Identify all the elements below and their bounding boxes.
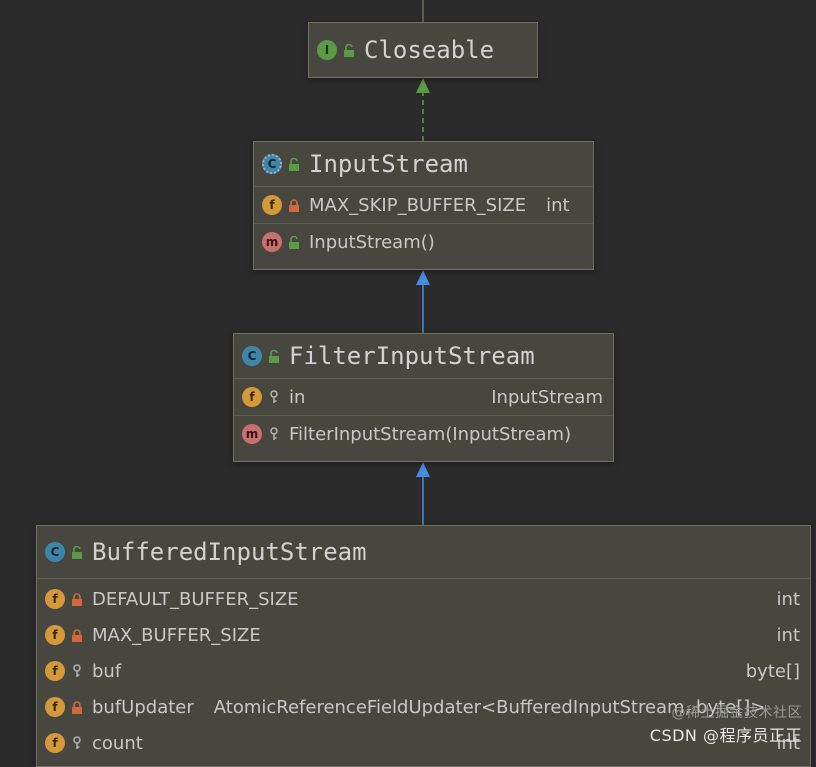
field-name: MAX_SKIP_BUFFER_SIZE (309, 194, 527, 216)
fields-group: f MAX_SKIP_BUFFER_SIZE int (254, 187, 593, 224)
public-lock-icon (267, 349, 281, 363)
method-icon: m (262, 232, 282, 252)
node-title: Closeable (364, 36, 495, 64)
protected-key-icon (70, 664, 84, 678)
field-type: int (546, 194, 570, 216)
field-row[interactable]: f MAX_SKIP_BUFFER_SIZE int (254, 187, 593, 223)
field-name: DEFAULT_BUFFER_SIZE (92, 588, 299, 610)
methods-group: m FilterInputStream(InputStream) (234, 416, 613, 452)
field-name: buf (92, 660, 122, 682)
protected-key-icon (70, 736, 84, 750)
method-row[interactable]: m FilterInputStream(InputStream) (234, 416, 613, 452)
public-lock-icon (287, 235, 301, 249)
field-icon: f (242, 387, 262, 407)
method-name: FilterInputStream(InputStream) (289, 423, 572, 445)
field-row[interactable]: f buf byte[] (37, 653, 810, 689)
arrowhead-implements (416, 78, 430, 93)
field-icon: f (45, 697, 65, 717)
protected-key-icon (267, 427, 281, 441)
interface-icon: I (317, 40, 337, 60)
field-icon: f (262, 195, 282, 215)
node-title: FilterInputStream (289, 342, 535, 370)
node-closeable[interactable]: I Closeable (308, 22, 538, 78)
field-name: in (289, 386, 306, 408)
public-lock-icon (70, 545, 84, 559)
private-lock-icon (287, 198, 301, 212)
arrowhead-extends-filterinputstream (416, 462, 430, 477)
watermark-line-2: CSDN @程序员正正 (649, 726, 802, 745)
public-lock-icon (287, 157, 301, 171)
field-icon: f (45, 733, 65, 753)
field-name: count (92, 732, 143, 754)
method-row[interactable]: m InputStream() (254, 224, 593, 260)
private-lock-icon (70, 700, 84, 714)
watermark-line-1: @稀土掘金技术社区 (671, 705, 802, 721)
field-row[interactable]: f MAX_BUFFER_SIZE int (37, 617, 810, 653)
field-type: int (776, 624, 800, 646)
field-icon: f (45, 589, 65, 609)
arrowhead-extends-inputstream (416, 270, 430, 285)
node-inputstream[interactable]: C InputStream f MAX_SKIP_BUFFER_SIZE int… (253, 141, 594, 270)
node-filterinputstream[interactable]: C FilterInputStream f in InputStream m F… (233, 333, 614, 462)
field-row[interactable]: f DEFAULT_BUFFER_SIZE int (37, 581, 810, 617)
uml-diagram: I Closeable C InputStream f MAX_SKIP_BUF… (0, 0, 816, 767)
field-icon: f (45, 661, 65, 681)
watermark: @稀土掘金技术社区 CSDN @程序员正正 (650, 702, 802, 746)
node-title: BufferedInputStream (92, 538, 367, 566)
field-name: bufUpdater (92, 696, 194, 718)
field-type: int (776, 588, 800, 610)
field-row[interactable]: f in InputStream (234, 379, 613, 415)
private-lock-icon (70, 628, 84, 642)
field-type: byte[] (745, 660, 800, 682)
fields-group: f in InputStream (234, 379, 613, 416)
private-lock-icon (70, 592, 84, 606)
class-icon: C (45, 542, 65, 562)
field-icon: f (45, 625, 65, 645)
method-icon: m (242, 424, 262, 444)
abstract-class-icon: C (262, 154, 282, 174)
public-lock-icon (342, 43, 356, 57)
field-type: InputStream (491, 386, 603, 408)
methods-group: m InputStream() (254, 224, 593, 260)
field-name: MAX_BUFFER_SIZE (92, 624, 261, 646)
method-name: InputStream() (309, 231, 435, 253)
class-icon: C (242, 346, 262, 366)
protected-key-icon (267, 390, 281, 404)
node-title: InputStream (309, 150, 468, 178)
